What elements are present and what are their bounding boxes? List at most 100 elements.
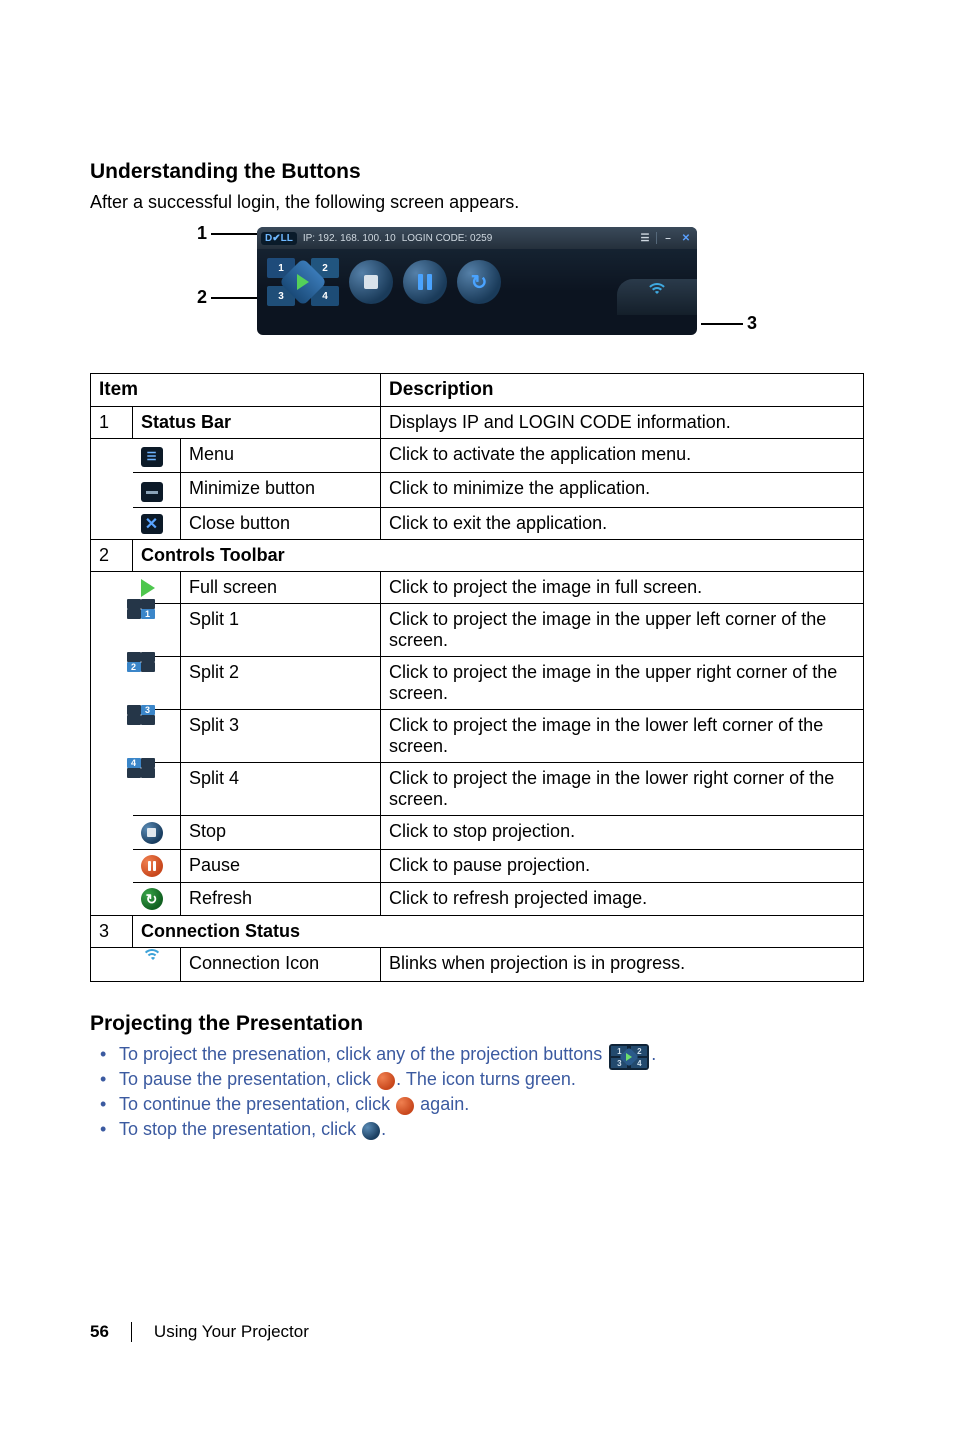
menu-icon: ☰ bbox=[141, 447, 163, 467]
split3-desc: Click to project the image in the lower … bbox=[381, 710, 864, 763]
bullet-pause: To pause the presentation, click . The i… bbox=[100, 1069, 864, 1090]
status-login-code: LOGIN CODE: 0259 bbox=[402, 233, 493, 244]
pause-icon bbox=[418, 274, 432, 290]
refresh-label: Refresh bbox=[181, 882, 381, 916]
heading-understanding-buttons: Understanding the Buttons bbox=[90, 160, 864, 184]
status-bar-desc: Displays IP and LOGIN CODE information. bbox=[381, 407, 864, 439]
table-row: 3 Split 3 Click to project the image in … bbox=[91, 710, 864, 763]
row-num: 2 bbox=[91, 540, 133, 572]
empty-cell bbox=[91, 948, 133, 982]
page-number: 56 bbox=[90, 1322, 109, 1342]
th-item: Item bbox=[91, 374, 381, 407]
pause-icon bbox=[396, 1097, 414, 1115]
minimize-icon bbox=[141, 482, 163, 502]
close-label: Close button bbox=[181, 508, 381, 540]
pause-button[interactable] bbox=[403, 260, 447, 304]
menu-label: Menu bbox=[181, 439, 381, 473]
buttons-table: Item Description 1 Status Bar Displays I… bbox=[90, 373, 864, 982]
titlebar-divider bbox=[656, 232, 657, 244]
intro-text: After a successful login, the following … bbox=[90, 192, 864, 213]
connection-icon-desc: Blinks when projection is in progress. bbox=[381, 948, 864, 982]
bullet-stop: To stop the presentation, click . bbox=[100, 1119, 864, 1140]
th-description: Description bbox=[381, 374, 864, 407]
split4-label: Split 4 bbox=[181, 763, 381, 816]
split3-label: Split 3 bbox=[181, 710, 381, 763]
table-row: 2 Controls Toolbar bbox=[91, 540, 864, 572]
bullet-list: To project the presenation, click any of… bbox=[90, 1044, 864, 1140]
callout-1-line bbox=[211, 233, 257, 235]
table-row: Minimize button Click to minimize the ap… bbox=[91, 472, 864, 508]
refresh-icon: ↻ bbox=[141, 888, 163, 910]
stop-icon bbox=[141, 822, 163, 844]
status-bar: D✔LL IP: 192. 168. 100. 10 LOGIN CODE: 0… bbox=[257, 227, 697, 249]
footer-chapter-title: Using Your Projector bbox=[154, 1322, 309, 1342]
callout-3-line bbox=[701, 323, 743, 325]
connection-status-label: Connection Status bbox=[133, 916, 864, 948]
table-row: 3 Connection Status bbox=[91, 916, 864, 948]
status-ip: IP: 192. 168. 100. 10 bbox=[303, 233, 396, 244]
projection-grid[interactable]: 1 2 3 4 bbox=[267, 258, 339, 306]
stop-button[interactable] bbox=[349, 260, 393, 304]
callout-1-label: 1 bbox=[197, 223, 207, 244]
figure-wrap: 1 2 3 D✔LL IP: 192. 168. 100. 10 LOGIN C… bbox=[90, 227, 864, 345]
app-panel: D✔LL IP: 192. 168. 100. 10 LOGIN CODE: 0… bbox=[257, 227, 697, 335]
connection-icon bbox=[141, 953, 163, 971]
table-row: Full screen Click to project the image i… bbox=[91, 572, 864, 604]
empty-cell bbox=[91, 508, 133, 540]
stop-icon bbox=[364, 275, 378, 289]
page-footer: 56 Using Your Projector bbox=[90, 1322, 309, 1342]
minimize-desc: Click to minimize the application. bbox=[381, 472, 864, 508]
heading-projecting-presentation: Projecting the Presentation bbox=[90, 1012, 864, 1036]
stop-icon bbox=[362, 1122, 380, 1140]
empty-cell bbox=[91, 439, 133, 473]
empty-cell bbox=[91, 849, 133, 882]
pause-label: Pause bbox=[181, 849, 381, 882]
pause-desc: Click to pause projection. bbox=[381, 849, 864, 882]
bullet3-text-b: again. bbox=[415, 1094, 469, 1114]
empty-cell bbox=[91, 472, 133, 508]
fullscreen-desc: Click to project the image in full scree… bbox=[381, 572, 864, 604]
controls-toolbar: 1 2 3 4 ↻ bbox=[257, 249, 697, 315]
stop-desc: Click to stop projection. bbox=[381, 816, 864, 850]
minimize-icon[interactable]: – bbox=[661, 231, 675, 245]
callout-2-label: 2 bbox=[197, 287, 207, 308]
empty-cell bbox=[91, 882, 133, 916]
bullet-project: To project the presenation, click any of… bbox=[100, 1044, 864, 1065]
pause-icon bbox=[141, 855, 163, 877]
close-icon[interactable]: ✕ bbox=[679, 231, 693, 245]
empty-cell bbox=[91, 816, 133, 850]
brand-logo: D✔LL bbox=[261, 232, 297, 245]
table-row: 2 Split 2 Click to project the image in … bbox=[91, 657, 864, 710]
projection-buttons-icon: 1234 bbox=[609, 1044, 649, 1070]
bullet1-text-b: . bbox=[651, 1044, 656, 1064]
table-row: 1 Status Bar Displays IP and LOGIN CODE … bbox=[91, 407, 864, 439]
status-bar-label: Status Bar bbox=[133, 407, 381, 439]
controls-toolbar-label: Controls Toolbar bbox=[133, 540, 864, 572]
split1-label: Split 1 bbox=[181, 604, 381, 657]
bullet-continue: To continue the presentation, click agai… bbox=[100, 1094, 864, 1115]
connection-icon bbox=[646, 289, 668, 305]
stop-label: Stop bbox=[181, 816, 381, 850]
row-num: 1 bbox=[91, 407, 133, 439]
fullscreen-label: Full screen bbox=[181, 572, 381, 604]
table-row: 4 Split 4 Click to project the image in … bbox=[91, 763, 864, 816]
refresh-button[interactable]: ↻ bbox=[457, 260, 501, 304]
minimize-label: Minimize button bbox=[181, 472, 381, 508]
row-num: 3 bbox=[91, 916, 133, 948]
app-screenshot: 1 2 3 D✔LL IP: 192. 168. 100. 10 LOGIN C… bbox=[197, 227, 757, 345]
split1-desc: Click to project the image in the upper … bbox=[381, 604, 864, 657]
split2-desc: Click to project the image in the upper … bbox=[381, 657, 864, 710]
refresh-icon: ↻ bbox=[471, 270, 488, 295]
bullet2-text-a: To pause the presentation, click bbox=[119, 1069, 376, 1089]
close-icon: ✕ bbox=[141, 514, 163, 534]
bullet3-text-a: To continue the presentation, click bbox=[119, 1094, 395, 1114]
bullet4-text-a: To stop the presentation, click bbox=[119, 1119, 361, 1139]
menu-icon[interactable]: ☰ bbox=[638, 231, 652, 245]
table-row: Pause Click to pause projection. bbox=[91, 849, 864, 882]
footer-divider bbox=[131, 1322, 132, 1342]
close-desc: Click to exit the application. bbox=[381, 508, 864, 540]
table-row: Stop Click to stop projection. bbox=[91, 816, 864, 850]
table-row: ☰ Menu Click to activate the application… bbox=[91, 439, 864, 473]
bullet4-text-b: . bbox=[381, 1119, 386, 1139]
callout-3-label: 3 bbox=[747, 313, 757, 334]
